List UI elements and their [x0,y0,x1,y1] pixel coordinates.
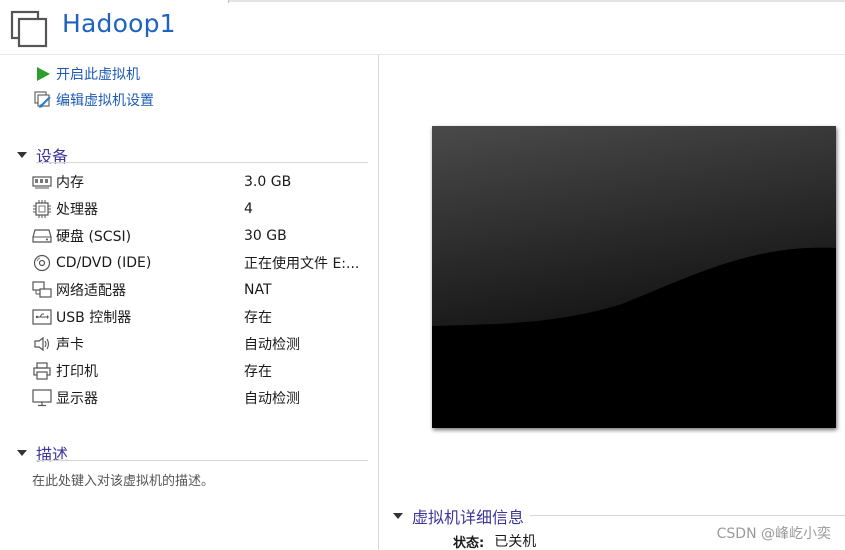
device-row-hard-disk[interactable]: 硬盘 (SCSI) 30 GB [32,225,372,247]
device-name: 网络适配器 [56,283,126,299]
vm-state-row: 状态: 已关机 [453,531,536,550]
devices-section-title: 设备 [36,147,69,166]
description-section-header[interactable]: 描述 [16,442,368,464]
collapse-caret-icon [17,450,27,456]
power-on-vm-label: 开启此虚拟机 [56,67,140,83]
device-name: 处理器 [56,202,98,218]
device-row-processor[interactable]: 处理器 4 [32,198,372,220]
collapse-caret-icon [17,152,27,158]
section-divider [36,162,368,163]
vm-details-section-title: 虚拟机详细信息 [412,504,531,528]
device-value: NAT [244,282,272,298]
device-row-memory[interactable]: 内存 3.0 GB [32,171,372,193]
device-row-printer[interactable]: 打印机 存在 [32,360,372,382]
play-icon [34,65,52,83]
cd-dvd-icon [32,254,52,272]
device-value: 30 GB [244,228,287,244]
edit-vm-settings-label: 编辑虚拟机设置 [56,93,154,109]
device-value: 存在 [244,364,272,380]
device-row-usb-controller[interactable]: USB 控制器 存在 [32,306,372,328]
vm-screen-preview[interactable] [432,126,836,428]
description-input[interactable]: 在此处键入对该虚拟机的描述。 [32,470,214,489]
device-value: 正在使用文件 E:... [244,256,360,272]
device-row-cd-dvd[interactable]: CD/DVD (IDE) 正在使用文件 E:... [32,252,372,274]
section-divider [36,460,368,461]
device-value: 自动检测 [244,391,300,407]
device-name: USB 控制器 [56,310,132,326]
device-name: 声卡 [56,337,84,353]
power-on-vm-link[interactable]: 开启此虚拟机 [34,64,140,84]
edit-settings-icon [34,91,52,109]
vm-title: Hadoop1 [62,9,176,38]
monitor-icon [32,389,52,407]
description-section-title: 描述 [36,445,69,464]
device-row-sound-card[interactable]: 声卡 自动检测 [32,333,372,355]
usb-icon [32,308,52,326]
device-value: 4 [244,201,253,217]
devices-section-header[interactable]: 设备 [16,144,368,166]
pane-divider [378,55,379,550]
device-name: 内存 [56,175,84,191]
network-icon [32,281,52,299]
device-name: CD/DVD (IDE) [56,255,152,271]
speaker-icon [32,335,52,353]
virtual-machine-icon [10,10,48,48]
device-name: 硬盘 (SCSI) [56,229,132,245]
vm-state-label: 状态: [453,535,485,550]
device-row-display[interactable]: 显示器 自动检测 [32,387,372,409]
cpu-icon [32,200,52,218]
vm-header: Hadoop1 [0,2,845,55]
collapse-caret-icon [393,513,403,519]
device-name: 显示器 [56,391,98,407]
device-value: 自动检测 [244,337,300,353]
device-value: 3.0 GB [244,174,292,190]
edit-vm-settings-link[interactable]: 编辑虚拟机设置 [34,90,154,110]
watermark-text: CSDN @峰屹小奕 [716,526,831,542]
hard-disk-icon [32,227,52,245]
device-value: 存在 [244,310,272,326]
device-row-network-adapter[interactable]: 网络适配器 NAT [32,279,372,301]
vm-state-value: 已关机 [494,534,537,550]
vm-summary-page: Hadoop1 开启此虚拟机 编辑虚拟机设置 设备 内存 3.0 GB 处理器 … [0,0,845,550]
device-name: 打印机 [56,364,98,380]
memory-icon [32,173,52,191]
printer-icon [32,362,52,380]
